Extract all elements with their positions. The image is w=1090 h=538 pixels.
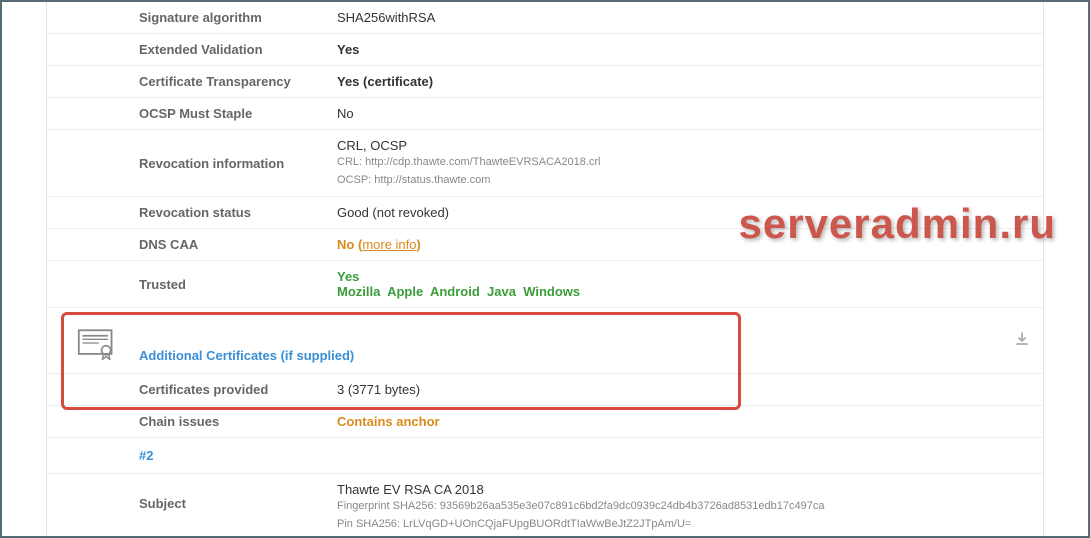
value-sig-alg: SHA256withRSA [337,2,1043,34]
dns-caa-no: No [337,237,354,252]
label-certs-provided: Certificates provided [47,374,337,405]
value-certs-provided: 3 (3771 bytes) [337,374,1043,405]
label-ct: Certificate Transparency [47,66,337,98]
value-subject: Thawte EV RSA CA 2018 Fingerprint SHA256… [337,474,1043,538]
row-signature-algorithm: Signature algorithm SHA256withRSA [47,2,1043,34]
label-sig-alg: Signature algorithm [47,2,337,34]
subject-fingerprint: Fingerprint SHA256: 93569b26aa535e3e07c8… [337,500,824,512]
heading-cert2: #2 [47,438,1043,474]
value-ocsp-ms: No [337,98,1043,130]
row-subject: Subject Thawte EV RSA CA 2018 Fingerprin… [47,474,1043,538]
download-icon[interactable] [1015,332,1029,349]
row-certificate-transparency: Certificate Transparency Yes (certificat… [47,66,1043,98]
value-ev: Yes [337,34,1043,66]
trusted-platform-windows[interactable]: Windows [523,284,580,299]
value-chain-issues: Contains anchor [337,406,1043,437]
label-subject: Subject [47,474,337,538]
subject-name: Thawte EV RSA CA 2018 [337,482,484,497]
trusted-platform-mozilla[interactable]: Mozilla [337,284,380,299]
label-rev-info: Revocation information [47,130,337,197]
value-ct: Yes (certificate) [337,66,1043,98]
label-ocsp-ms: OCSP Must Staple [47,98,337,130]
heading-additional-certificates: Additional Certificates (if supplied) [47,338,1043,374]
row-dns-caa: DNS CAA No (more info) [47,229,1043,261]
rev-info-ocsp: OCSP: http://status.thawte.com [337,174,490,186]
subject-pin: Pin SHA256: LrLVqGD+UOnCQjaFUpgBUORdtTIa… [337,518,691,530]
row-revocation-information: Revocation information CRL, OCSP CRL: ht… [47,130,1043,197]
value-dns-caa: No (more info) [337,229,1043,261]
label-chain-issues: Chain issues [47,406,337,437]
value-trusted: Yes Mozilla Apple Android Java Windows [337,261,1043,308]
value-rev-status: Good (not revoked) [337,197,1043,229]
row-ocsp-must-staple: OCSP Must Staple No [47,98,1043,130]
label-rev-status: Revocation status [47,197,337,229]
certificate-icon [77,326,117,360]
row-trusted: Trusted Yes Mozilla Apple Android Java W… [47,261,1043,308]
trusted-platform-java[interactable]: Java [487,284,516,299]
row-revocation-status: Revocation status Good (not revoked) [47,197,1043,229]
trusted-platform-apple[interactable]: Apple [387,284,423,299]
label-dns-caa: DNS CAA [47,229,337,261]
certificate-properties-table: Signature algorithm SHA256withRSA Extend… [47,2,1043,308]
rev-info-crl: CRL: http://cdp.thawte.com/ThawteEVRSACA… [337,156,601,168]
trusted-platform-android[interactable]: Android [430,284,480,299]
rev-info-main: CRL, OCSP [337,138,407,153]
dns-caa-more-info-link[interactable]: more info [362,237,416,252]
row-chain-issues: Chain issues Contains anchor [47,406,1043,438]
label-trusted: Trusted [47,261,337,308]
trusted-yes: Yes [337,269,359,284]
row-certificates-provided: Certificates provided 3 (3771 bytes) [47,374,1043,406]
value-rev-info: CRL, OCSP CRL: http://cdp.thawte.com/Tha… [337,130,1043,197]
row-extended-validation: Extended Validation Yes [47,34,1043,66]
label-ev: Extended Validation [47,34,337,66]
